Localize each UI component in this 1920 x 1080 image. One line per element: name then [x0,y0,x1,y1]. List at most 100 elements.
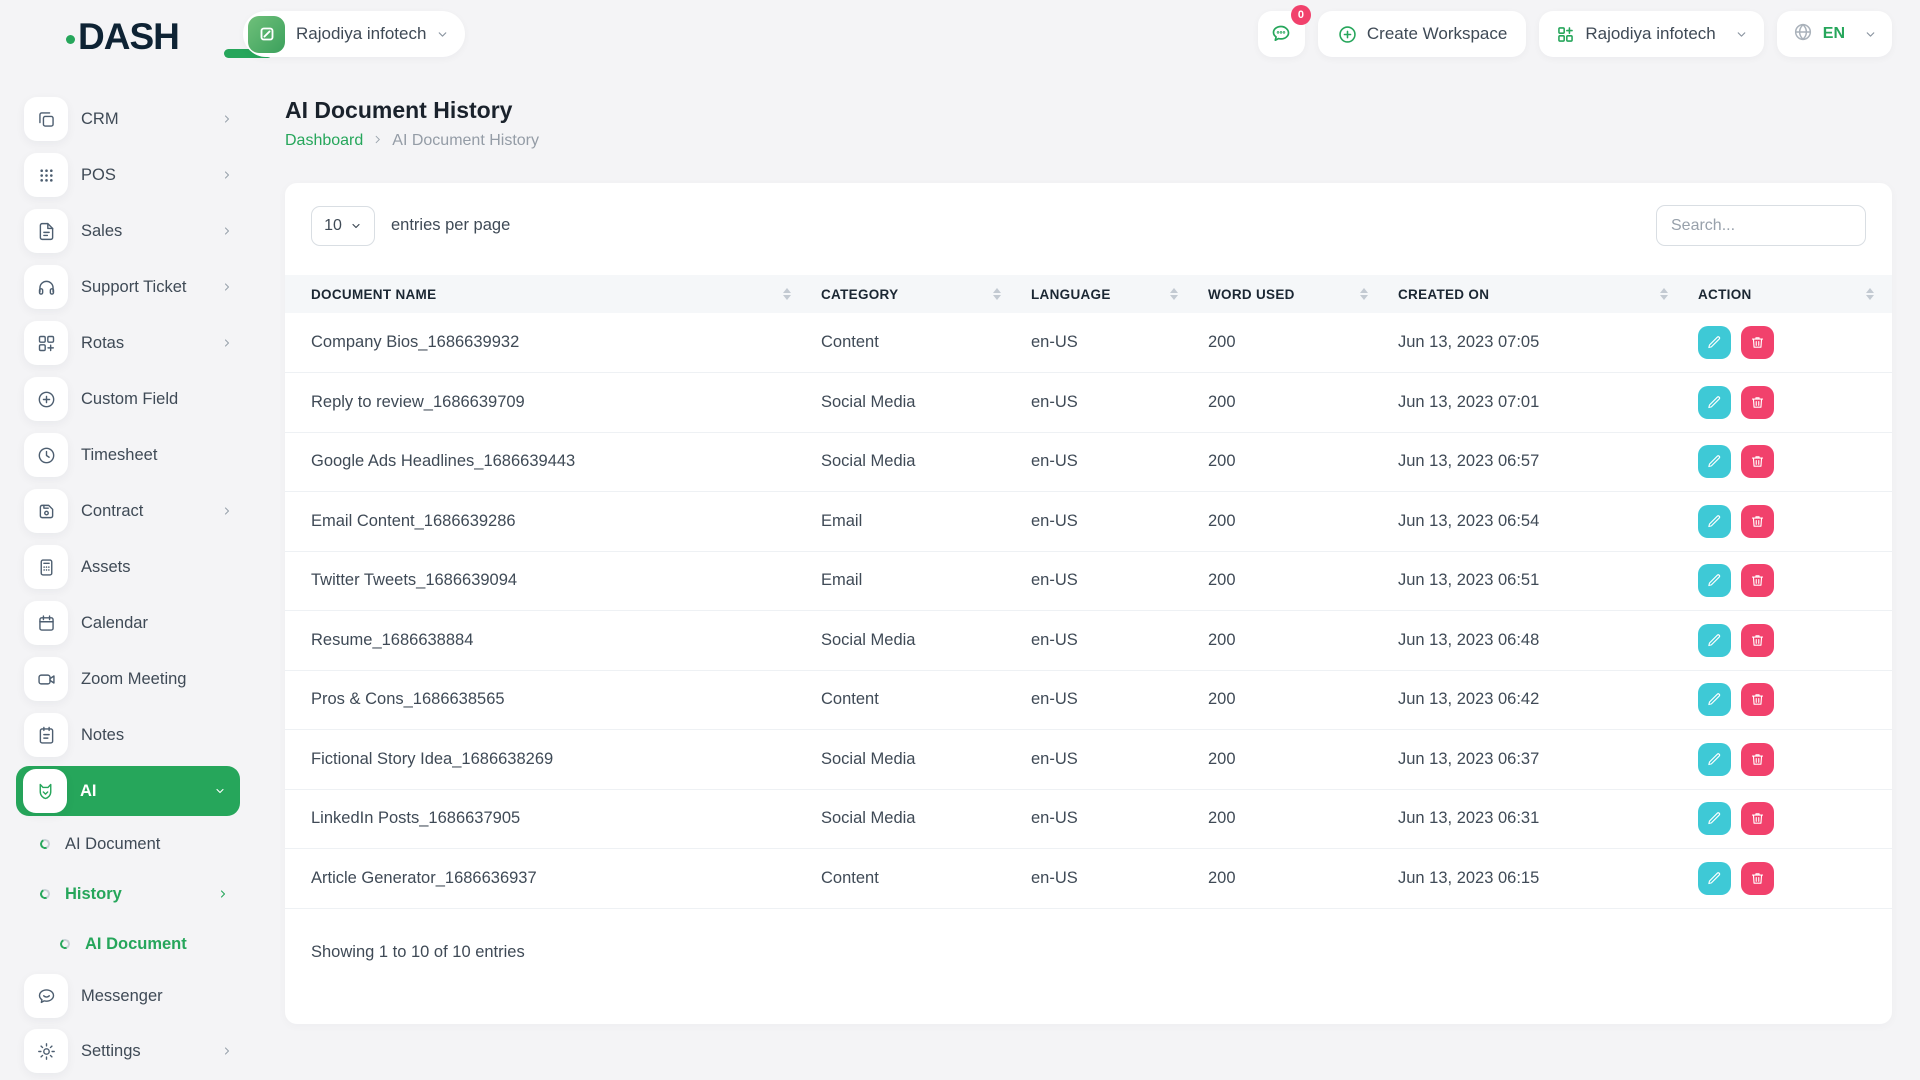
sidebar-item-contract[interactable]: Contract [0,483,285,539]
sidebar-item-sales[interactable]: Sales [0,203,285,259]
sidebar-item-custom-field[interactable]: Custom Field [0,371,285,427]
sidebar-item-pos[interactable]: POS [0,147,285,203]
sidebar-item-notes[interactable]: Notes [0,707,285,763]
search-input[interactable] [1656,205,1866,246]
edit-button[interactable] [1698,385,1731,419]
edit-button[interactable] [1698,623,1731,657]
page-title: AI Document History [285,97,513,123]
breadcrumb-dashboard-link[interactable]: Dashboard [285,132,363,150]
sidebar-item-zoom-meeting[interactable]: Zoom Meeting [0,651,285,707]
topbar: DASH Rajodiya infotech 0 Create Workspac… [0,0,1920,70]
chevron-down-icon [352,223,360,228]
trash-icon [1751,873,1764,884]
edit-button[interactable] [1698,861,1731,895]
language-cell: en-US [1019,789,1196,849]
sidebar-item-history[interactable]: History [0,869,285,919]
word-used-cell: 200 [1196,729,1386,790]
delete-button[interactable] [1741,861,1774,895]
sidebar-item-support-ticket[interactable]: Support Ticket [0,259,285,315]
column-header-category[interactable]: CATEGORY [809,275,1019,313]
pencil-icon [1708,574,1721,587]
word-used-cell: 200 [1196,491,1386,552]
edit-button[interactable] [1698,504,1731,538]
delete-button[interactable] [1741,445,1774,479]
radial-bullet-icon [38,837,52,851]
sidebar-item-ai[interactable]: AI [16,766,240,816]
column-header-document-name[interactable]: DOCUMENT NAME [285,275,809,313]
created-on-cell: Jun 13, 2023 06:31 [1386,789,1686,849]
trash-icon [1751,694,1764,705]
column-header-action[interactable]: ACTION [1686,275,1892,313]
settings-gear-icon [24,1029,68,1073]
table-controls: 10 entries per page [285,183,1892,246]
created-on-cell: Jun 13, 2023 06:54 [1386,491,1686,552]
workspace-pill[interactable]: Rajodiya infotech [243,11,466,57]
chat-notifications-button[interactable]: 0 [1257,5,1311,57]
delete-button[interactable] [1741,742,1774,776]
sidebar-item-ai-document[interactable]: AI Document [0,819,285,869]
delete-button[interactable] [1741,385,1774,419]
edit-button[interactable] [1698,445,1731,479]
edit-button[interactable] [1698,683,1731,717]
edit-button[interactable] [1698,742,1731,776]
sidebar-item-crm[interactable]: CRM [0,91,285,147]
table-row: Email Content_1686639286 Email en-US 200… [285,491,1892,552]
sidebar-item-settings[interactable]: Settings [0,1023,285,1079]
delete-button[interactable] [1741,623,1774,657]
table-row: Pros & Cons_1686638565 Content en-US 200… [285,670,1892,730]
page-size-select[interactable]: 10 [311,205,375,246]
sidebar-item-calendar[interactable]: Calendar [0,595,285,651]
entries-per-page-label: entries per page [391,216,511,234]
sidebar-item-messenger[interactable]: Messenger [0,969,285,1023]
column-header-word-used[interactable]: WORD USED [1196,275,1386,313]
sidebar-item-timesheet[interactable]: Timesheet [0,427,285,483]
workspace-switcher[interactable]: Rajodiya infotech [1539,11,1764,57]
created-on-cell: Jun 13, 2023 06:15 [1386,848,1686,909]
column-header-created-on[interactable]: CREATED ON [1386,275,1686,313]
word-used-cell: 200 [1196,789,1386,849]
history-table-card: 10 entries per page DOCUMENT NAME CATEGO… [285,183,1892,1024]
delete-button[interactable] [1741,802,1774,836]
category-cell: Social Media [809,729,1019,790]
app-logo[interactable]: DASH [66,16,272,58]
edit-button[interactable] [1698,326,1731,359]
trash-icon [1751,456,1764,467]
pencil-icon [1708,693,1721,706]
create-workspace-button[interactable]: Create Workspace [1317,11,1527,57]
history-table: DOCUMENT NAME CATEGORY LANGUAGE WORD USE… [285,275,1892,909]
table-row: Article Generator_1686636937 Content en-… [285,848,1892,909]
delete-button[interactable] [1741,683,1774,717]
delete-button[interactable] [1741,504,1774,538]
globe-icon [1792,21,1814,48]
page-size-value: 10 [324,216,342,234]
category-cell: Content [809,848,1019,909]
sidebar-item-assets[interactable]: Assets [0,539,285,595]
doc-name-cell: Company Bios_1686639932 [285,313,809,373]
pencil-icon [1708,753,1721,765]
category-cell: Email [809,491,1019,552]
pencil-icon [1708,872,1721,884]
workspace-switcher-name: Rajodiya infotech [1585,24,1716,43]
delete-button[interactable] [1741,564,1774,598]
radial-bullet-icon [38,887,52,901]
trash-icon [1751,397,1764,408]
sales-icon [24,209,68,253]
language-cell: en-US [1019,670,1196,730]
plus-circle-icon [1337,24,1358,45]
workspace-avatar [248,15,285,53]
language-selector[interactable]: EN [1776,11,1892,57]
language-cell: en-US [1019,491,1196,552]
edit-button[interactable] [1698,564,1731,598]
language-code: EN [1822,25,1845,42]
edit-button[interactable] [1698,802,1731,836]
column-header-language[interactable]: LANGUAGE [1019,275,1196,313]
delete-button[interactable] [1741,326,1774,359]
chevron-down-icon [1864,28,1877,41]
pencil-icon [1708,396,1721,408]
created-on-cell: Jun 13, 2023 07:05 [1386,313,1686,373]
chevron-down-icon [214,785,226,797]
crm-icon [24,97,68,141]
pencil-icon [1708,336,1721,349]
sidebar-item-history-ai-document[interactable]: AI Document [0,919,285,969]
sidebar-item-rotas[interactable]: Rotas [0,315,285,371]
